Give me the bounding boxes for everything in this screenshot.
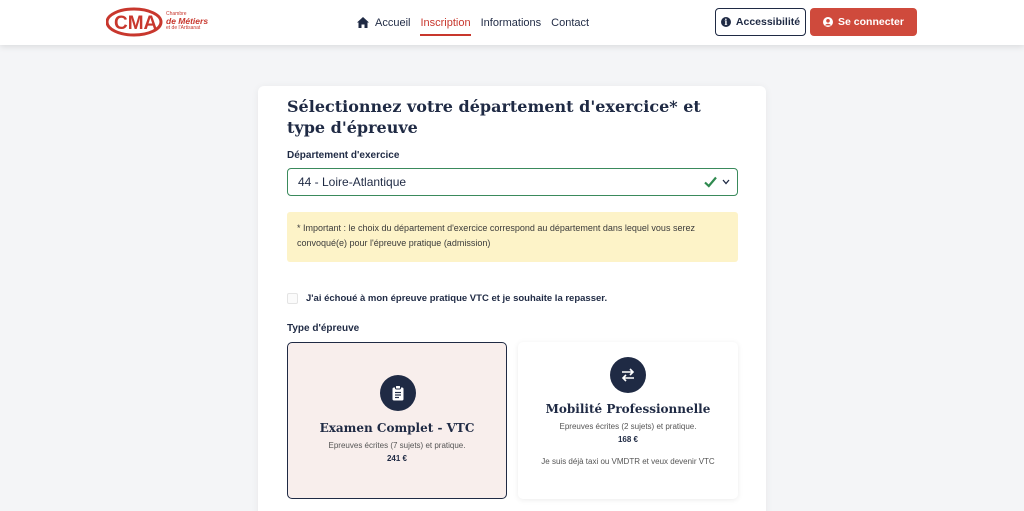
svg-text:CMA: CMA <box>114 13 158 34</box>
option-description: Epreuves écrites (2 sujets) et pratique. <box>559 422 697 431</box>
accessibility-label: Accessibilité <box>735 16 801 28</box>
option-mobilite-professionnelle[interactable]: Mobilité Professionnelle Epreuves écrite… <box>518 342 738 499</box>
registration-card: Sélectionnez votre département d'exercic… <box>258 86 766 511</box>
option-description: Epreuves écrites (7 sujets) et pratique. <box>328 441 466 450</box>
important-notice: * Important : le choix du département d'… <box>287 212 738 262</box>
option-title: Examen Complet - VTC <box>319 421 475 435</box>
check-icon <box>704 176 717 188</box>
department-label: Département d'exercice <box>287 150 400 161</box>
department-select[interactable]: 44 - Loire-Atlantique <box>287 168 738 196</box>
option-note: Je suis déjà taxi ou VMDTR et veux deven… <box>541 457 715 466</box>
option-title: Mobilité Professionnelle <box>545 402 711 416</box>
main-nav: Accueil Inscription Informations Contact <box>357 0 589 45</box>
retake-checkbox-row: J'ai échoué à mon épreuve pratique VTC e… <box>287 293 607 304</box>
nav-item-accueil[interactable]: Accueil <box>357 0 410 45</box>
nav-label-inscription: Inscription <box>420 16 471 29</box>
option-price: 168 € <box>617 435 639 444</box>
top-header: CMA Chambre de Métiers et de l'Artisanat… <box>0 0 1024 45</box>
nav-label-informations: Informations <box>480 16 542 29</box>
option-examen-complet[interactable]: Examen Complet - VTC Epreuves écrites (7… <box>287 342 507 499</box>
chevron-down-icon <box>722 179 730 185</box>
clipboard-icon <box>380 375 416 411</box>
department-value: 44 - Loire-Atlantique <box>298 175 407 189</box>
nav-label-accueil: Accueil <box>375 16 411 29</box>
exam-type-label: Type d'épreuve <box>287 323 360 334</box>
swap-arrows-icon <box>610 357 646 393</box>
nav-item-informations[interactable]: Informations <box>481 0 542 45</box>
info-icon: i <box>720 17 731 27</box>
option-price: 241 € <box>386 454 408 463</box>
login-label: Se connecter <box>838 16 904 28</box>
retake-label[interactable]: J'ai échoué à mon épreuve pratique VTC e… <box>306 293 607 304</box>
nav-item-inscription[interactable]: Inscription <box>420 0 471 45</box>
accessibility-button[interactable]: i Accessibilité <box>715 8 806 36</box>
page-title: Sélectionnez votre département d'exercic… <box>287 97 701 137</box>
brand-wordmark: Chambre de Métiers et de l'Artisanat <box>166 12 208 31</box>
home-icon <box>357 17 369 28</box>
user-icon <box>823 17 834 27</box>
login-button[interactable]: Se connecter <box>810 8 917 36</box>
retake-checkbox[interactable] <box>287 293 298 304</box>
nav-label-contact: Contact <box>551 16 590 29</box>
nav-item-contact[interactable]: Contact <box>551 0 589 45</box>
brand-line3: et de l'Artisanat <box>166 24 201 31</box>
